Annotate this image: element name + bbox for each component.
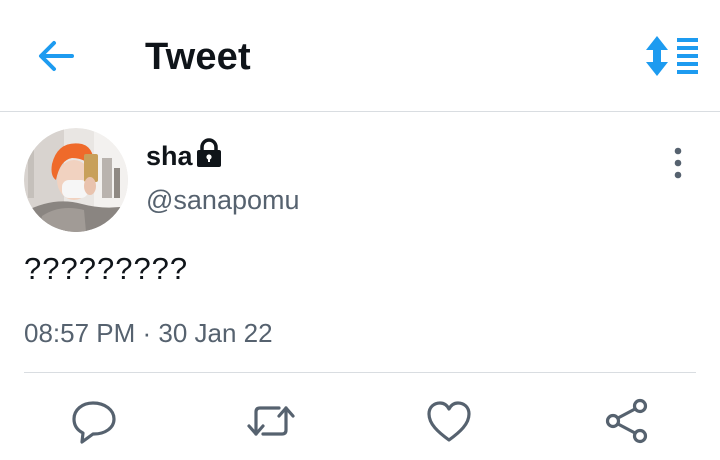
heart-icon <box>427 401 471 442</box>
tweet-text: ????????? <box>24 251 189 286</box>
page-title: Tweet <box>145 36 251 78</box>
user-handle[interactable]: @sanapomu <box>146 185 300 216</box>
reply-button[interactable] <box>69 398 119 444</box>
sort-icon[interactable] <box>644 34 700 78</box>
user-display-name[interactable]: sha <box>146 141 193 172</box>
more-vertical-icon[interactable] <box>664 146 692 180</box>
share-icon <box>605 398 648 444</box>
divider <box>24 372 696 373</box>
tweet-timestamp: 08:57 PM · 30 Jan 22 <box>24 318 273 348</box>
top-app-bar: Tweet <box>0 0 720 112</box>
retweet-icon <box>247 406 295 436</box>
avatar[interactable] <box>24 128 128 232</box>
comment-icon <box>72 401 116 444</box>
share-button[interactable] <box>602 398 652 444</box>
retweet-button[interactable] <box>246 398 296 444</box>
arrow-left-icon[interactable] <box>34 36 78 76</box>
like-button[interactable] <box>424 398 474 444</box>
lock-icon <box>197 138 221 167</box>
